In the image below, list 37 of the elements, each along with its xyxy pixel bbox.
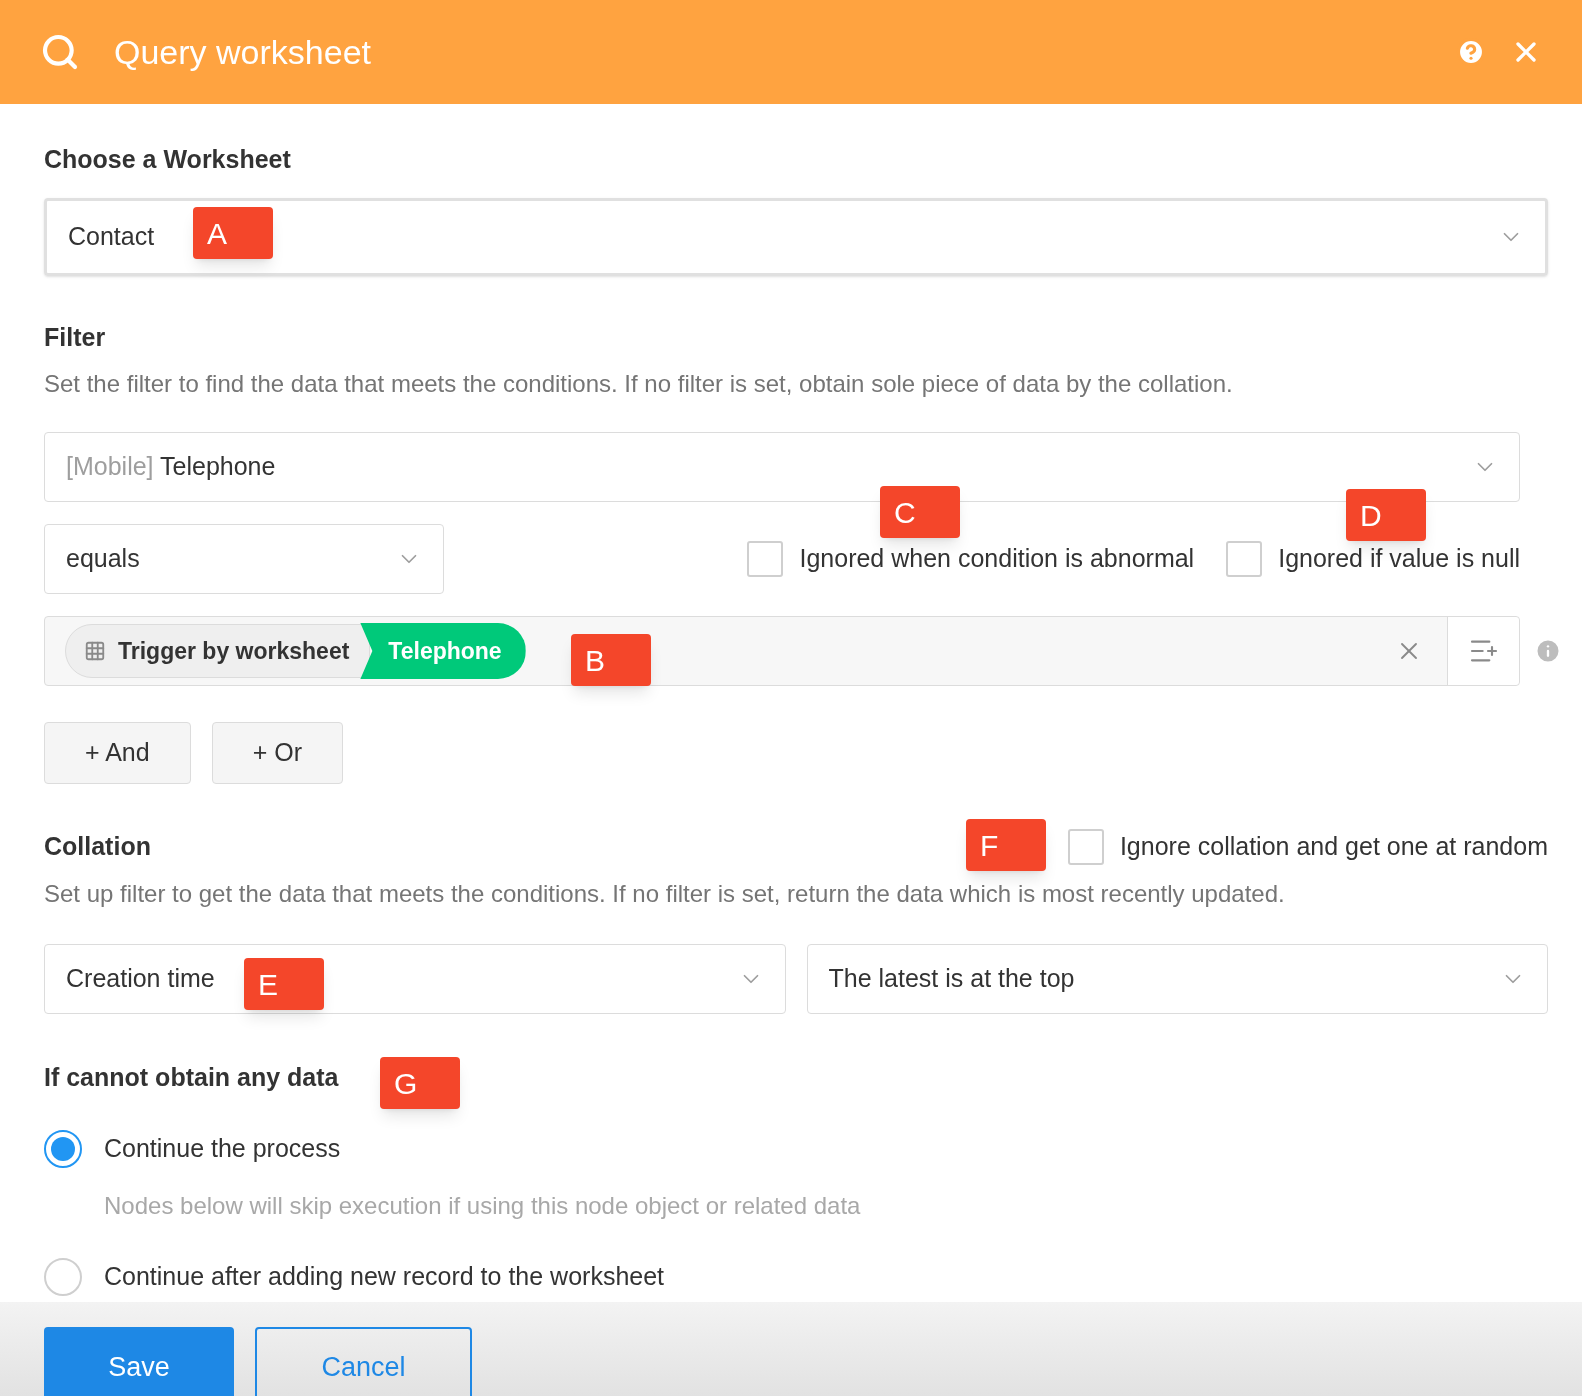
save-button[interactable]: Save [44,1327,234,1396]
annotation-badge: C [880,486,960,538]
checkbox-label: Ignored if value is null [1278,543,1520,575]
field-tag: Telephone [360,623,526,679]
checkbox-label: Ignored when condition is abnormal [799,543,1195,575]
section-heading: Choose a Worksheet [44,144,291,174]
info-icon [1534,637,1562,665]
checkbox[interactable] [1067,828,1104,865]
section-heading: Filter [44,322,107,352]
section-description: Set up filter to get the data that meets the conditions. If no filter is set, return the data which is most recently updated. [44,878,1286,909]
source-tag: Trigger by worksheet [65,624,371,678]
radio-button[interactable] [44,1257,82,1296]
insert-field-button[interactable] [1447,617,1519,685]
annotation-badge: F [966,819,1046,871]
checkbox[interactable] [1226,541,1263,577]
annotation-badge: A [193,207,273,259]
option-hint: Nodes below will skip execution if using this node object or related data [104,1190,862,1221]
checkbox-label: Ignore collation and get one at random [1119,831,1548,862]
radio-label: Continue the process [104,1132,341,1164]
radio-button[interactable] [44,1129,82,1168]
section-description: Set the filter to find the data that meets the conditions. If no filter is set, obtain sole piece of data by the collation. [44,369,1234,399]
annotation-badge: D [1346,489,1426,541]
add-condition-button[interactable]: + And [44,722,191,784]
dropdown-field[interactable]: equals [44,524,444,594]
field-dropdown[interactable]: [Mobile] Telephone [44,432,1520,502]
section-heading: If cannot obtain any data [44,1061,339,1092]
radio-label: Continue after adding new record to the worksheet [104,1260,665,1292]
add-condition-button[interactable]: + Or [211,722,343,784]
checkbox[interactable] [747,541,784,577]
search-icon [40,32,80,72]
section-heading: Collation [44,831,151,862]
annotation-badge: E [244,958,324,1010]
table-icon [84,640,106,662]
dropdown-field[interactable]: The latest is at the top [806,943,1548,1014]
annotation-badge: B [571,634,651,686]
dialog-title: Query worksheet [114,31,371,73]
annotation-badge: G [380,1057,460,1109]
